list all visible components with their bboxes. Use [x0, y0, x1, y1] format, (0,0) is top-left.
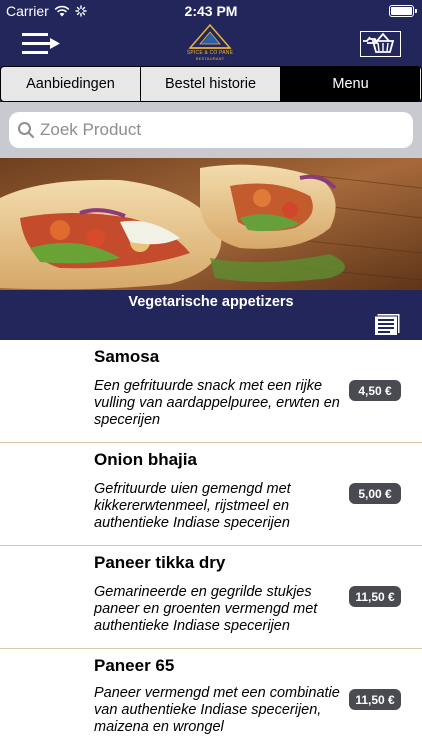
cart-button[interactable] [360, 31, 401, 57]
search-placeholder: Zoek Product [40, 120, 142, 139]
nav-bar: SPICE & CO PANE RESTAURANT [0, 22, 422, 66]
shopping-basket-icon [363, 32, 395, 53]
price-badge: 11,50 € [349, 586, 401, 607]
item-name: Onion bhajia [94, 450, 197, 469]
tab-menu[interactable]: Menu [281, 67, 420, 101]
search-icon [18, 122, 34, 138]
menu-item[interactable]: Paneer 65 Paneer vermengd met een combin… [0, 649, 422, 750]
price-badge: 5,00 € [349, 483, 401, 504]
item-name: Paneer 65 [94, 656, 175, 675]
menu-icon [22, 33, 60, 54]
price-badge: 11,50 € [349, 689, 401, 710]
logo-icon [188, 23, 232, 49]
item-name: Samosa [94, 347, 160, 366]
item-description: Gemarineerde en gegrilde stukjes paneer … [94, 584, 318, 634]
item-name: Paneer tikka dry [94, 553, 226, 572]
item-description: Een gefrituurde snack met een rijke vull… [94, 378, 340, 428]
logo-subtext: RESTAURANT [195, 56, 225, 61]
tab-bestel-historie[interactable]: Bestel historie [141, 67, 281, 101]
search-input[interactable]: Zoek Product [9, 112, 413, 148]
category-title: Vegetarische appetizers [128, 294, 294, 310]
menu-item[interactable]: Onion bhajia Gefrituurde uien gemengd me… [0, 443, 422, 546]
item-description: Paneer vermengd met een combinatie van a… [94, 685, 340, 735]
menu-item[interactable]: Samosa Een gefrituurde snack met een rij… [0, 340, 422, 443]
search-area: Zoek Product [0, 102, 422, 158]
battery-icon [389, 5, 417, 17]
menu-button[interactable] [20, 30, 64, 58]
status-bar: Carrier 2:43 PM [0, 0, 422, 22]
status-time: 2:43 PM [184, 3, 238, 19]
menu-item[interactable]: Paneer tikka dry Gemarineerde en gegrild… [0, 546, 422, 649]
category-header: Vegetarische appetizers [0, 290, 422, 340]
document-list-icon[interactable] [374, 313, 402, 336]
item-description: Gefrituurde uien gemengd met kikkererwte… [94, 481, 291, 531]
restaurant-logo: SPICE & CO PANE RESTAURANT [186, 23, 234, 64]
price-badge: 4,50 € [349, 380, 401, 401]
tab-aanbiedingen[interactable]: Aanbiedingen [1, 67, 141, 101]
segmented-tabs: Aanbiedingen Bestel historie Menu [0, 66, 422, 102]
category-banner-image [0, 158, 422, 292]
